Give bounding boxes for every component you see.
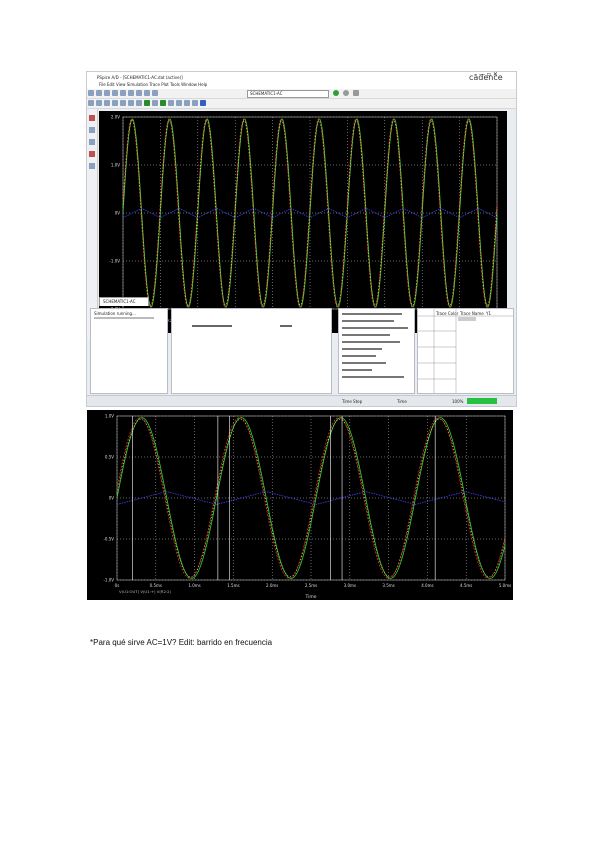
netlist-line (342, 362, 386, 364)
x-tick-label: 3.0ms (344, 583, 356, 588)
open-icon[interactable] (96, 90, 102, 96)
y-tick-label: -1.0V (109, 259, 120, 264)
stop-icon[interactable] (353, 90, 359, 96)
x-tick-label: 4.5ms (460, 583, 472, 588)
simulation-output-panel: Simulation running... (90, 308, 168, 394)
save-icon[interactable] (104, 90, 110, 96)
y-tick-label: 0.5V (105, 455, 114, 460)
netlist-line (342, 313, 402, 315)
netlist-line (342, 348, 382, 350)
y-tick-label: -0.5V (103, 537, 114, 542)
toolbar-2 (87, 99, 516, 109)
watch-panel (171, 308, 332, 394)
zoom-area-icon[interactable] (104, 100, 110, 106)
new-icon[interactable] (88, 90, 94, 96)
x-tick-label: 1.5ms (227, 583, 239, 588)
window-title: PSpice A/D - [SCHEMATIC1-AC.dat (active)… (97, 75, 183, 80)
y-tick-label: 1.0V (111, 163, 120, 168)
watch-value (280, 325, 292, 327)
output-divider (94, 317, 154, 319)
left-toolbar (87, 109, 98, 339)
side-tool-icon[interactable] (89, 139, 95, 145)
y-tick-label: 0V (115, 211, 121, 216)
side-tool-icon[interactable] (89, 127, 95, 133)
zoom-fit-icon[interactable] (112, 100, 118, 106)
status-bar: Time Step Time 100% (87, 395, 516, 406)
redo-icon[interactable] (152, 90, 158, 96)
cursor-icon[interactable] (168, 100, 174, 106)
x-tick-label: 2.5ms (305, 583, 317, 588)
performance-icon[interactable] (136, 100, 142, 106)
cursor-peak-icon[interactable] (176, 100, 182, 106)
toolbar-1: SCHEMATIC1-AC (87, 89, 516, 99)
measurement-panel: Trace Color Trace Name Y1 (417, 308, 514, 394)
x-tick-label: 2.0ms (266, 583, 278, 588)
zoom-in-icon[interactable] (88, 100, 94, 106)
netlist-line (342, 320, 394, 322)
side-tool-icon[interactable] (89, 163, 95, 169)
progress-bar (467, 398, 497, 404)
x-tick-label: 0s (115, 583, 120, 588)
status-timestep: Time Step (342, 399, 363, 404)
waveform-plot-1[interactable]: 0s2ms4ms6ms8ms10ms12ms14ms16ms18ms20ms2.… (99, 111, 507, 333)
x-axis-label: Time (304, 594, 316, 600)
y-tick-label: 0V (109, 496, 115, 501)
trace-blue (116, 491, 506, 505)
trace-yellow (116, 418, 506, 578)
cut-icon[interactable] (120, 90, 126, 96)
log-x-icon[interactable] (120, 100, 126, 106)
netlist-line (342, 327, 408, 329)
y-tick-label: -1.0V (103, 578, 114, 583)
side-tool-icon[interactable] (89, 151, 95, 157)
tab-plot[interactable]: SCHEMATIC1-AC (99, 297, 149, 306)
window-controls[interactable]: — ▫ ✕ (479, 71, 498, 78)
watch-line (192, 325, 232, 327)
y-tick-label: 1.0V (105, 414, 114, 419)
print-icon[interactable] (112, 90, 118, 96)
netlist-line (342, 376, 404, 378)
copy-icon[interactable] (128, 90, 134, 96)
y-tick-label: 2.0V (111, 115, 120, 120)
status-time: Time (397, 399, 407, 404)
netlist-panel (338, 308, 415, 394)
x-tick-label: 4.0ms (421, 583, 433, 588)
x-tick-label: 3.5ms (382, 583, 394, 588)
mark-label-icon[interactable] (200, 100, 206, 106)
status-percent: 100% (452, 399, 464, 404)
cursor-trough-icon[interactable] (184, 100, 190, 106)
netlist-line (342, 341, 400, 343)
profile-select[interactable]: SCHEMATIC1-AC (247, 90, 329, 98)
x-tick-label: 5.0ms (499, 583, 511, 588)
eval-goal-icon[interactable] (152, 100, 158, 106)
netlist-line (342, 334, 390, 336)
question-caption: *Para qué sirve AC=1V? Edit: barrido en … (90, 638, 273, 647)
paste-icon[interactable] (136, 90, 142, 96)
cursor-slope-icon[interactable] (192, 100, 198, 106)
pause-icon[interactable] (343, 90, 349, 96)
delete-trace-icon[interactable] (160, 100, 166, 106)
zoom-out-icon[interactable] (96, 100, 102, 106)
waveform-plot-2[interactable]: 0s 0.5ms 1.0ms 1.5ms 2.0ms 2.5ms 3.0ms 3.5ms 4.0… (87, 410, 513, 600)
add-trace-icon[interactable] (144, 100, 150, 106)
fourier-icon[interactable] (128, 100, 134, 106)
x-tick-label: 0.5ms (150, 583, 162, 588)
side-tool-icon[interactable] (89, 115, 95, 121)
run-icon[interactable] (333, 90, 339, 96)
legend: V(U1:OUT) V(U1:+) V(R2:2) (119, 589, 172, 594)
measure-grid (418, 309, 513, 393)
netlist-line (342, 369, 372, 371)
undo-icon[interactable] (144, 90, 150, 96)
output-line: Simulation running... (94, 311, 136, 316)
menu-items[interactable]: File Edit View Simulation Trace Plot Too… (99, 82, 207, 87)
netlist-line (342, 355, 376, 357)
x-tick-label: 1.0ms (188, 583, 200, 588)
pspice-window: PSpice A/D - [SCHEMATIC1-AC.dat (active)… (86, 71, 517, 407)
menu-bar: File Edit View Simulation Trace Plot Too… (87, 81, 516, 89)
